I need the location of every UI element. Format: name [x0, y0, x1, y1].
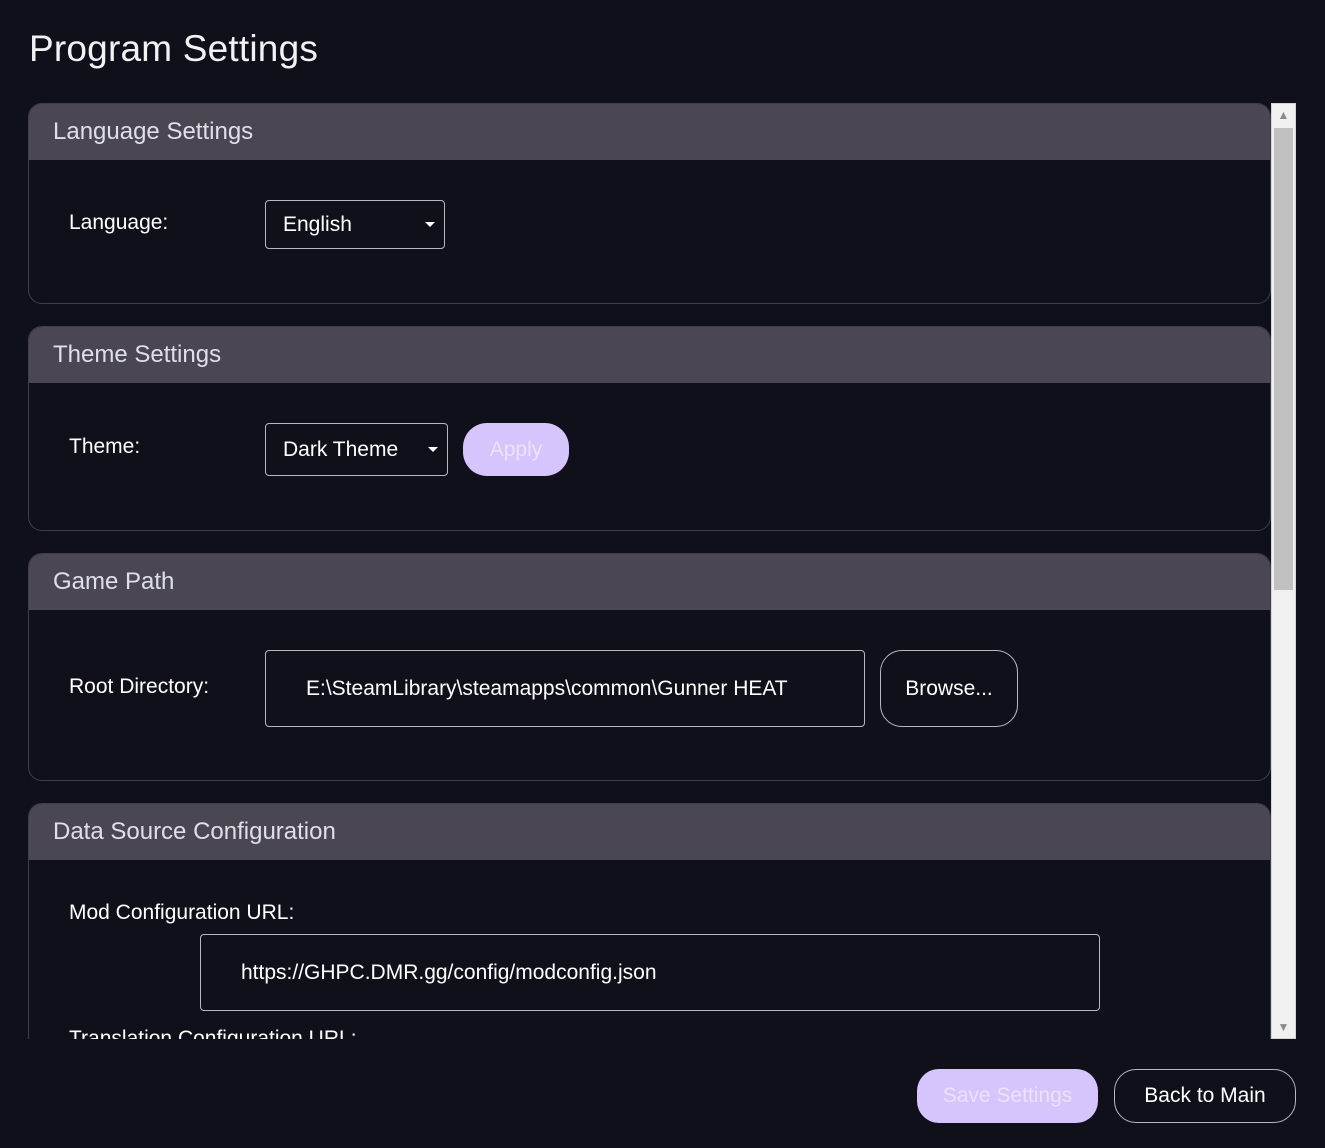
theme-settings-header: Theme Settings	[29, 327, 1270, 383]
root-directory-input[interactable]: E:\SteamLibrary\steamapps\common\Gunner …	[265, 650, 865, 727]
language-settings-header: Language Settings	[29, 104, 1270, 160]
language-settings-group: Language Settings Language: English	[28, 103, 1271, 304]
browse-button[interactable]: Browse...	[880, 650, 1018, 727]
mod-config-url-input[interactable]: https://GHPC.DMR.gg/config/modconfig.jso…	[200, 934, 1100, 1011]
scroll-down-icon[interactable]: ▼	[1272, 1016, 1295, 1038]
apply-theme-button[interactable]: Apply	[463, 423, 569, 476]
game-path-group: Game Path Root Directory: E:\SteamLibrar…	[28, 553, 1271, 781]
language-dropdown-value: English	[283, 213, 352, 236]
chevron-down-icon	[428, 447, 438, 452]
mod-config-label: Mod Configuration URL:	[69, 901, 295, 924]
theme-label: Theme:	[69, 435, 141, 458]
game-path-header: Game Path	[29, 554, 1270, 610]
scrollbar-thumb[interactable]	[1274, 128, 1293, 590]
translation-config-label: Translation Configuration URL:	[69, 1027, 357, 1039]
data-source-group: Data Source Configuration Mod Configurat…	[28, 803, 1271, 1039]
theme-dropdown[interactable]: Dark Theme	[265, 423, 448, 476]
language-dropdown[interactable]: English	[265, 200, 445, 249]
back-to-main-button[interactable]: Back to Main	[1114, 1069, 1296, 1123]
language-label: Language:	[69, 211, 169, 234]
data-source-header: Data Source Configuration	[29, 804, 1270, 860]
scroll-up-icon[interactable]: ▲	[1272, 104, 1295, 126]
theme-settings-group: Theme Settings Theme: Dark Theme Apply	[28, 326, 1271, 531]
settings-scroll-area: Language Settings Language: English Them…	[28, 103, 1271, 1039]
root-directory-label: Root Directory:	[69, 675, 210, 698]
save-settings-button[interactable]: Save Settings	[917, 1069, 1098, 1123]
page-title: Program Settings	[29, 28, 319, 69]
vertical-scrollbar[interactable]: ▲ ▼	[1271, 103, 1296, 1039]
theme-dropdown-value: Dark Theme	[283, 438, 399, 461]
chevron-down-icon	[425, 222, 435, 227]
